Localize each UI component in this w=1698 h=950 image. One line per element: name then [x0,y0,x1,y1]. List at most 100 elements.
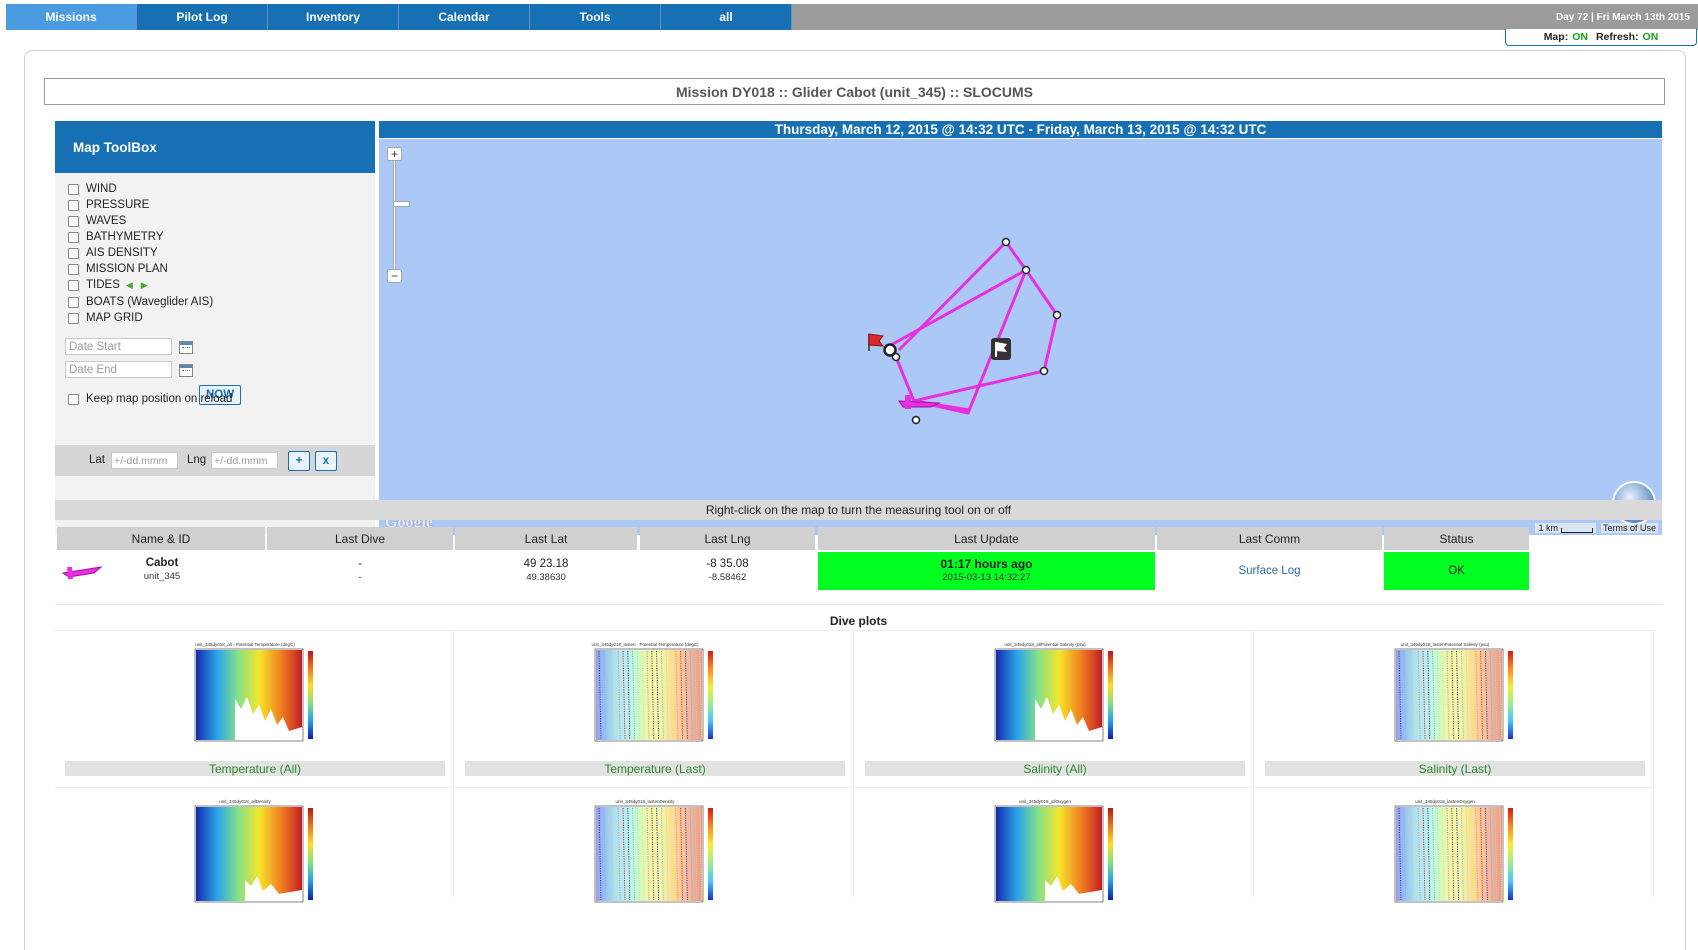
plot-title: unit_345dy018_all - Potential Temperatur… [195,642,295,647]
arrow-right-icon[interactable]: ▶ [141,280,148,291]
tab-all[interactable]: all [661,4,792,30]
white-flag-icon[interactable] [991,338,1011,360]
col-header-last-comm: Last Comm [1157,527,1382,550]
glider-name[interactable]: Cabot [127,556,197,570]
measure-hint: Right-click on the map to turn the measu… [55,500,1662,520]
layer-boats[interactable]: BOATS (Waveglider AIS) [68,296,213,308]
plot-title: unit_345dy018_allPotential Salinity (psu… [1004,642,1086,647]
scale-bar [1561,528,1593,533]
dive-plot-caption[interactable]: Temperature (All) [65,761,445,776]
dive-plot-image[interactable]: unit_345dy018_lasten - Potential Tempera… [575,639,735,759]
waypoint-marker[interactable] [1039,366,1049,376]
dive-plot-image[interactable]: unit_345dy018_lastenPotential Salinity (… [1375,639,1535,759]
refresh-status-value[interactable]: ON [1643,31,1659,43]
dive-plot-image[interactable]: unit_345dy018_lastenOxygen [1375,796,1535,916]
keep-position-option[interactable]: Keep map position on reload [68,393,232,405]
keep-position-label: Keep map position on reload [86,393,233,405]
dive-plot-card[interactable]: unit_345dy018_all - Potential Temperatur… [55,630,454,787]
layer-ais-density[interactable]: AIS DENSITY [68,247,158,259]
layer-bathymetry[interactable]: BATHYMETRY [68,231,164,243]
dive-plot-caption[interactable]: Temperature (Last) [465,761,845,776]
plot-colorbar [708,651,713,739]
plot-colorbar [1508,651,1513,739]
lat-label: Lat [89,454,105,466]
calendar-icon[interactable] [179,364,193,377]
tab-calendar[interactable]: Calendar [399,4,530,30]
waypoint-marker[interactable] [1052,310,1062,320]
map-scale: 1 km [1535,523,1596,533]
col-header-last-dive: Last Dive [267,527,453,550]
dive-plot-image[interactable]: unit_345dy018_allPotential Salinity (psu… [975,639,1135,759]
dive-plot-card[interactable]: unit_345dy018_lastenDensity [455,787,854,903]
col-header-name: Name & ID [57,527,265,550]
layer-label: MISSION PLAN [86,263,168,275]
lat-input[interactable]: +/-dd.mmm [111,452,178,469]
checkbox[interactable] [68,393,79,405]
col-header-status: Status [1384,527,1529,550]
dive-plot-card[interactable]: unit_345dy018_lastenOxygen [1255,787,1654,903]
layer-tides[interactable]: TIDES ◀ ▶ [68,279,148,291]
start-point-marker[interactable] [883,343,897,357]
checkbox[interactable] [68,231,79,243]
clear-marker-button[interactable]: x [315,451,337,471]
tab-inventory[interactable]: Inventory [268,4,399,30]
update-time: 2015-03-13 14:32:27 [942,572,1031,583]
layer-mission-plan[interactable]: MISSION PLAN [68,263,168,275]
layer-wind[interactable]: WIND [68,183,117,195]
date-start-input[interactable]: Date Start [65,338,172,355]
col-header-last-lng: Last Lng [640,527,815,550]
map-canvas[interactable]: + − Google 1 km Terms of Use [379,139,1662,535]
checkbox[interactable] [68,279,79,291]
waypoint-marker[interactable] [1021,265,1031,275]
checkbox[interactable] [68,247,79,259]
status-badge: OK [1384,552,1529,590]
dive-plot-image[interactable]: unit_345dy018_lastenDensity [575,796,735,916]
map-date-range: Thursday, March 12, 2015 @ 14:32 UTC - F… [379,121,1662,138]
last-dive-cell: - - [267,552,453,590]
plot-title: unit_345dy018_lasten - Potential Tempera… [592,642,699,647]
tab-tools[interactable]: Tools [530,4,661,30]
lng-input[interactable]: +/-dd.mmm [211,452,278,469]
calendar-icon[interactable] [179,341,193,354]
layer-waves[interactable]: WAVES [68,215,126,227]
red-flag-icon[interactable] [868,333,885,351]
plot-title: unit_345dy018_allOxygen [1019,799,1072,804]
glider-track-layer [868,237,1062,425]
layer-label: AIS DENSITY [86,247,158,259]
map-status-value[interactable]: ON [1572,31,1588,43]
waypoint-marker[interactable] [1001,237,1011,247]
waypoint-marker[interactable] [911,415,921,425]
plot-colorbar [308,808,313,900]
dive-plot-card[interactable]: unit_345dy018_allOxygen [855,787,1254,903]
terms-link[interactable]: Terms of Use [1600,523,1658,533]
lat-dec: 49.38630 [526,572,566,583]
checkbox[interactable] [68,296,79,308]
tab-pilot-log[interactable]: Pilot Log [137,4,268,30]
dive-plot-image[interactable]: unit_345dy018_allOxygen [975,796,1135,916]
dive-plot-card[interactable]: unit_345dy018_lastenPotential Salinity (… [1255,630,1654,787]
date-end-input[interactable]: Date End [65,361,172,378]
layer-map-grid[interactable]: MAP GRID [68,312,143,324]
nav-tabs: Missions Pilot Log Inventory Calendar To… [6,4,792,30]
dive-plot-image[interactable]: unit_345dy018_all - Potential Temperatur… [175,639,335,759]
tab-missions[interactable]: Missions [6,4,137,30]
arrow-left-icon[interactable]: ◀ [126,280,133,291]
checkbox[interactable] [68,215,79,227]
layer-pressure[interactable]: PRESSURE [68,199,149,211]
layer-label: BOATS (Waveglider AIS) [86,296,214,308]
add-marker-button[interactable]: + [288,451,310,471]
dive-plot-card[interactable]: unit_345dy018_lasten - Potential Tempera… [455,630,854,787]
last-dive-value: - [358,558,362,570]
dive-plot-image[interactable]: unit_345dy018_allDensity [175,796,335,916]
checkbox[interactable] [68,199,79,211]
dive-plot-card[interactable]: unit_345dy018_allDensity [55,787,454,903]
dive-plot-caption[interactable]: Salinity (Last) [1265,761,1645,776]
checkbox[interactable] [68,312,79,324]
dive-plot-caption[interactable]: Salinity (All) [865,761,1245,776]
surface-log-link[interactable]: Surface Log [1238,564,1300,578]
checkbox[interactable] [68,183,79,195]
dive-plot-card[interactable]: unit_345dy018_allPotential Salinity (psu… [855,630,1254,787]
layer-label: WIND [86,183,117,195]
table-row[interactable]: Cabot unit_345 [57,552,265,590]
checkbox[interactable] [68,263,79,275]
